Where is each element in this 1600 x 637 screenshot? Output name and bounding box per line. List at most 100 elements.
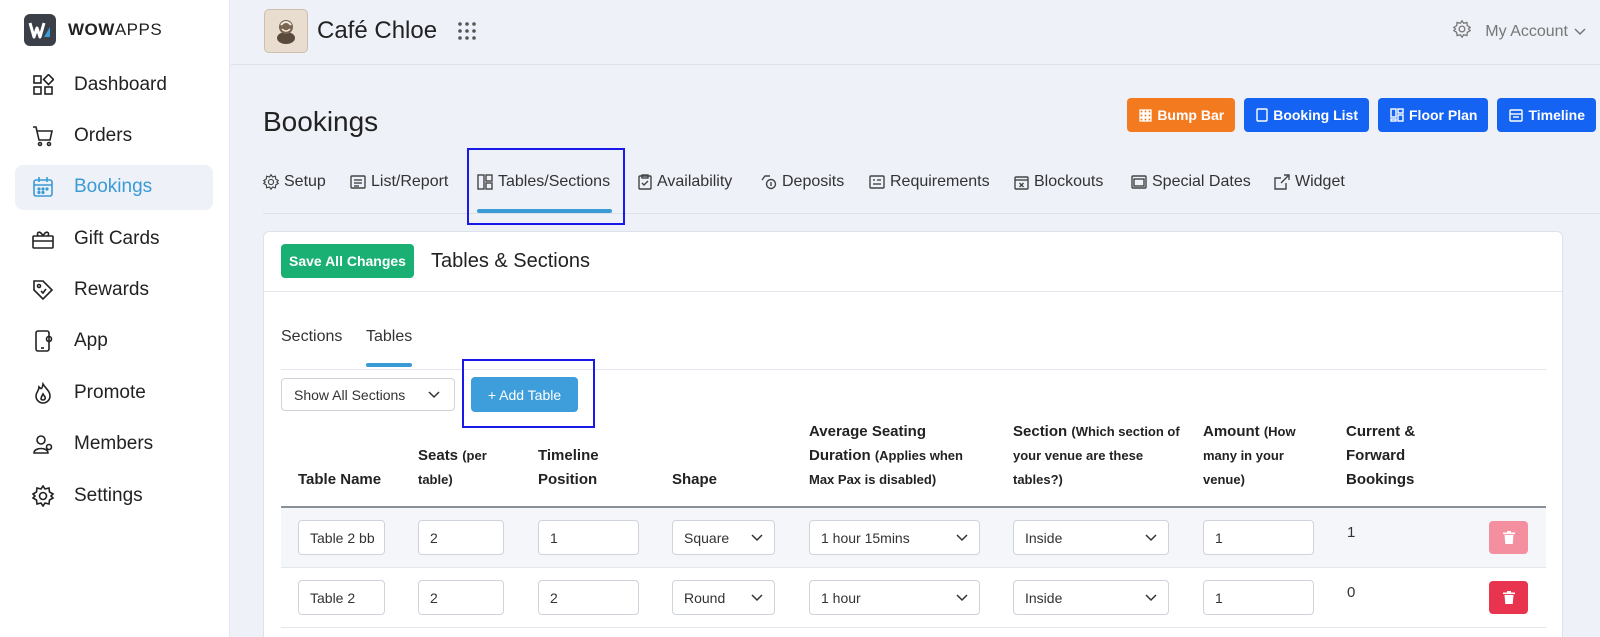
chevron-down-icon <box>956 533 968 541</box>
tab-blockouts[interactable]: Blockouts <box>1014 170 1103 194</box>
floor-plan-icon <box>1390 108 1404 122</box>
sidebar-item-orders[interactable]: Orders <box>15 113 213 158</box>
section-filter-select[interactable]: Show All Sections <box>281 378 455 411</box>
chevron-down-icon <box>428 390 440 398</box>
section-filter-value: Show All Sections <box>294 386 406 403</box>
cart-icon <box>31 124 55 148</box>
account-label: My Account <box>1485 22 1568 40</box>
tab-availability[interactable]: Availability <box>638 170 732 194</box>
clipboard-check-icon <box>638 174 652 190</box>
table-row: Table 2 bb 2 1 Square 1 hour 15mins Insi… <box>281 508 1546 568</box>
brand-name: WOWAPPS <box>68 20 163 39</box>
account-menu[interactable]: My Account <box>1453 19 1586 43</box>
dashboard-icon <box>31 73 55 97</box>
seats-input[interactable]: 2 <box>418 580 504 615</box>
col-section: Section (Which section of your venue are… <box>1013 423 1180 487</box>
calendar-icon <box>31 175 55 199</box>
tab-setup[interactable]: Setup <box>263 170 326 194</box>
sidebar-item-label: Rewards <box>74 279 149 301</box>
duration-select[interactable]: 1 hour <box>809 580 980 615</box>
grid-icon <box>1139 108 1152 122</box>
timeline-icon <box>1509 108 1524 122</box>
tab-list-report[interactable]: List/Report <box>350 170 448 194</box>
table-header: Table Name Seats (per table) Timeline Po… <box>281 422 1546 508</box>
tables-sections-card: Save All Changes Tables & Sections Secti… <box>263 231 1563 637</box>
col-current-forward-bookings: Current & Forward Bookings <box>1346 423 1416 488</box>
sidebar-item-promote[interactable]: Promote <box>15 370 213 415</box>
save-all-changes-button[interactable]: Save All Changes <box>281 244 414 278</box>
col-shape: Shape <box>672 471 718 488</box>
sidebar-item-label: Gift Cards <box>74 227 160 249</box>
table-row: Table 2 2 2 Round 1 hour Inside 1 0 <box>281 568 1546 628</box>
timeline-button[interactable]: Timeline <box>1497 98 1596 132</box>
shape-select[interactable]: Square <box>672 520 775 555</box>
seats-input[interactable]: 2 <box>418 520 504 555</box>
tab-requirements[interactable]: Requirements <box>869 170 990 194</box>
floor-plan-button[interactable]: Floor Plan <box>1378 98 1489 132</box>
sidebar-item-label: Orders <box>74 124 133 146</box>
wowapps-logo-icon <box>24 14 56 46</box>
sidebar-item-label: App <box>74 330 108 352</box>
chevron-down-icon <box>751 533 763 541</box>
tab-deposits[interactable]: Deposits <box>761 170 844 194</box>
header-buttons: Bump Bar Booking List Floor Plan Timelin… <box>1127 98 1596 132</box>
col-table-name: Table Name <box>298 471 382 488</box>
calendar-x-icon <box>1014 175 1029 190</box>
sidebar-item-members[interactable]: Members <box>15 422 213 467</box>
gear-icon[interactable] <box>1453 19 1472 43</box>
list-icon <box>1256 108 1268 122</box>
tab-sections[interactable]: Sections <box>281 328 342 346</box>
members-icon <box>31 432 55 456</box>
phone-icon <box>31 329 55 353</box>
gift-card-icon <box>31 227 55 251</box>
delete-button[interactable] <box>1489 581 1528 614</box>
col-timeline-position: Timeline Position <box>538 447 599 488</box>
venue-avatar[interactable] <box>264 9 308 53</box>
page-title: Bookings <box>263 106 379 137</box>
deposit-icon <box>761 175 777 190</box>
bump-bar-button[interactable]: Bump Bar <box>1127 98 1236 132</box>
section-select[interactable]: Inside <box>1013 520 1169 555</box>
trash-icon <box>1502 591 1515 604</box>
col-amount: Amount (How many in your venue) <box>1203 423 1296 487</box>
tab-widget[interactable]: Widget <box>1274 170 1345 194</box>
sidebar-item-rewards[interactable]: Rewards <box>15 268 213 313</box>
table-name-input[interactable]: Table 2 bb <box>298 520 385 555</box>
sidebar-nav: Dashboard Orders Bookings Gift Cards Rew… <box>15 62 213 525</box>
card-title: Tables & Sections <box>431 250 590 272</box>
external-link-icon <box>1274 174 1290 190</box>
chevron-down-icon <box>956 593 968 601</box>
duration-select[interactable]: 1 hour 15mins <box>809 520 980 555</box>
chevron-down-icon <box>1574 23 1586 41</box>
sidebar: WOWAPPS Dashboard Orders Bookings Gift C… <box>0 0 230 637</box>
sidebar-item-label: Bookings <box>74 176 153 198</box>
id-card-icon <box>869 175 885 189</box>
active-tab-indicator <box>366 363 412 367</box>
sidebar-item-app[interactable]: App <box>15 319 213 364</box>
sidebar-item-label: Promote <box>74 381 146 403</box>
highlight-box <box>462 359 595 428</box>
timeline-position-input[interactable]: 2 <box>538 580 639 615</box>
brand[interactable]: WOWAPPS <box>24 14 162 46</box>
table-name-input[interactable]: Table 2 <box>298 580 385 615</box>
amount-input[interactable]: 1 <box>1203 580 1314 615</box>
delete-button[interactable] <box>1489 521 1528 554</box>
apps-grid-icon[interactable] <box>458 22 476 45</box>
booking-list-button[interactable]: Booking List <box>1244 98 1369 132</box>
shape-select[interactable]: Round <box>672 580 775 615</box>
sidebar-item-bookings[interactable]: Bookings <box>15 164 213 210</box>
sidebar-item-dashboard[interactable]: Dashboard <box>15 62 213 107</box>
gear-icon <box>263 174 279 190</box>
sidebar-item-settings[interactable]: Settings <box>15 473 213 518</box>
section-select[interactable]: Inside <box>1013 580 1169 615</box>
bookings-count: 0 <box>1347 584 1356 601</box>
timeline-position-input[interactable]: 1 <box>538 520 639 555</box>
amount-input[interactable]: 1 <box>1203 520 1314 555</box>
chevron-down-icon <box>751 593 763 601</box>
sidebar-item-label: Dashboard <box>74 73 167 95</box>
tab-special-dates[interactable]: Special Dates <box>1131 170 1251 194</box>
sidebar-item-gift-cards[interactable]: Gift Cards <box>15 216 213 261</box>
chevron-down-icon <box>1145 593 1157 601</box>
tab-tables[interactable]: Tables <box>366 328 412 346</box>
gear-icon <box>31 484 55 508</box>
